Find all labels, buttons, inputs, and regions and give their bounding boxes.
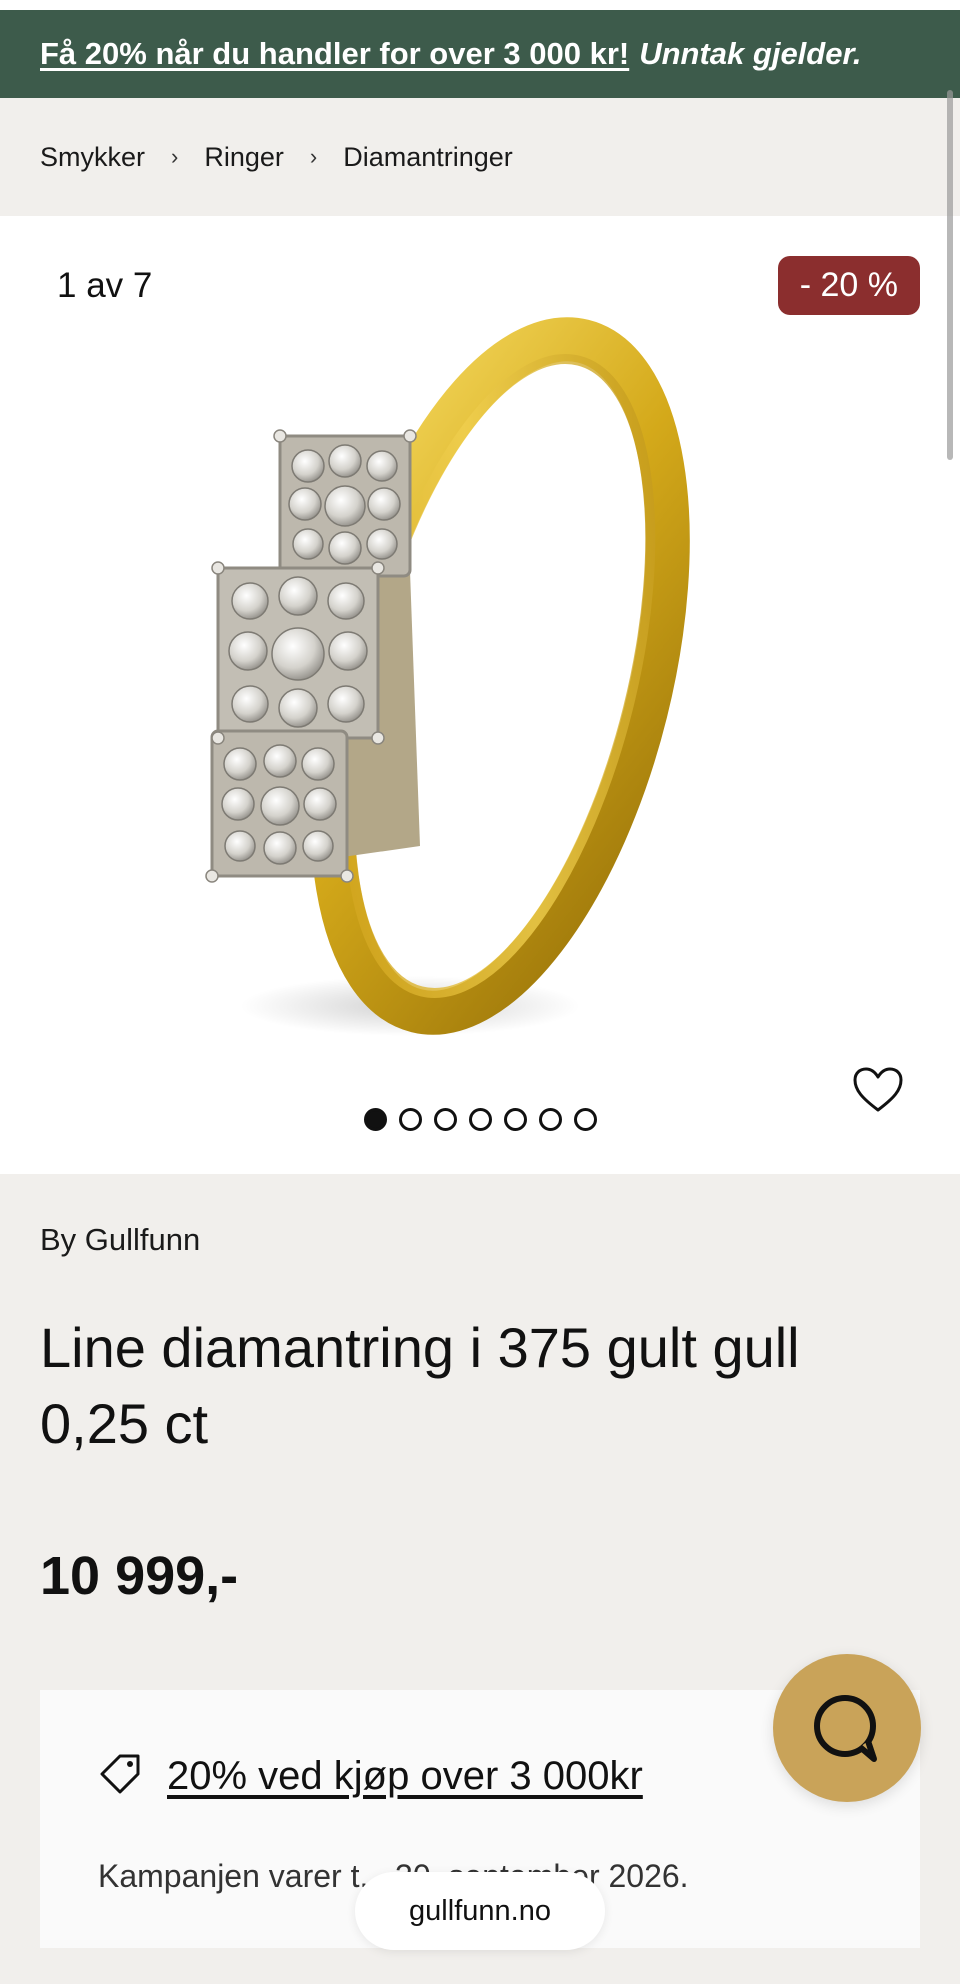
offer-link[interactable]: 20% ved kjøp over 3 000kr (167, 1754, 643, 1799)
gallery-dot[interactable] (539, 1108, 562, 1131)
gallery-dot[interactable] (469, 1108, 492, 1131)
product-title: Line diamantring i 375 gult gull 0,25 ct (40, 1316, 800, 1455)
chat-button[interactable] (773, 1654, 921, 1802)
breadcrumb-item-ringer[interactable]: Ringer (204, 142, 284, 173)
product-image-ring[interactable] (190, 286, 750, 1046)
breadcrumb-item-smykker[interactable]: Smykker (40, 142, 145, 173)
gallery-dot[interactable] (434, 1108, 457, 1131)
tag-icon (100, 1754, 140, 1794)
breadcrumb-separator: › (309, 144, 318, 169)
browser-url: gullfunn.no (409, 1894, 551, 1927)
product-price: 10 999,- (40, 1546, 239, 1606)
product-brand[interactable]: By Gullfunn (40, 1222, 200, 1258)
breadcrumb-item-diamantringer[interactable]: Diamantringer (343, 142, 513, 173)
gallery-pagination (364, 1108, 597, 1131)
discount-badge: - 20 % (777, 256, 920, 315)
chat-bubble-icon (814, 1695, 877, 1762)
gallery-dot[interactable] (364, 1108, 387, 1131)
image-counter: 1 av 7 (57, 266, 153, 305)
gallery-dot[interactable] (504, 1108, 527, 1131)
breadcrumb-separator: › (171, 144, 179, 169)
gallery-dot[interactable] (399, 1108, 422, 1131)
scrollbar[interactable] (947, 90, 953, 460)
gallery-dot[interactable] (574, 1108, 597, 1131)
browser-url-pill[interactable]: gullfunn.no (355, 1872, 605, 1950)
top-strip (0, 0, 960, 10)
product-image-gallery[interactable]: 1 av 7 - 20 % (0, 216, 960, 1174)
promo-banner[interactable]: Få 20% når du handler for over 3 000 kr!… (0, 10, 960, 98)
promo-link[interactable]: Få 20% når du handler for over 3 000 kr! (40, 36, 629, 72)
promo-note: Unntak gjelder. (639, 36, 862, 71)
heart-icon[interactable] (852, 1066, 904, 1114)
breadcrumb: Smykker › Ringer › Diamantringer (0, 98, 960, 216)
